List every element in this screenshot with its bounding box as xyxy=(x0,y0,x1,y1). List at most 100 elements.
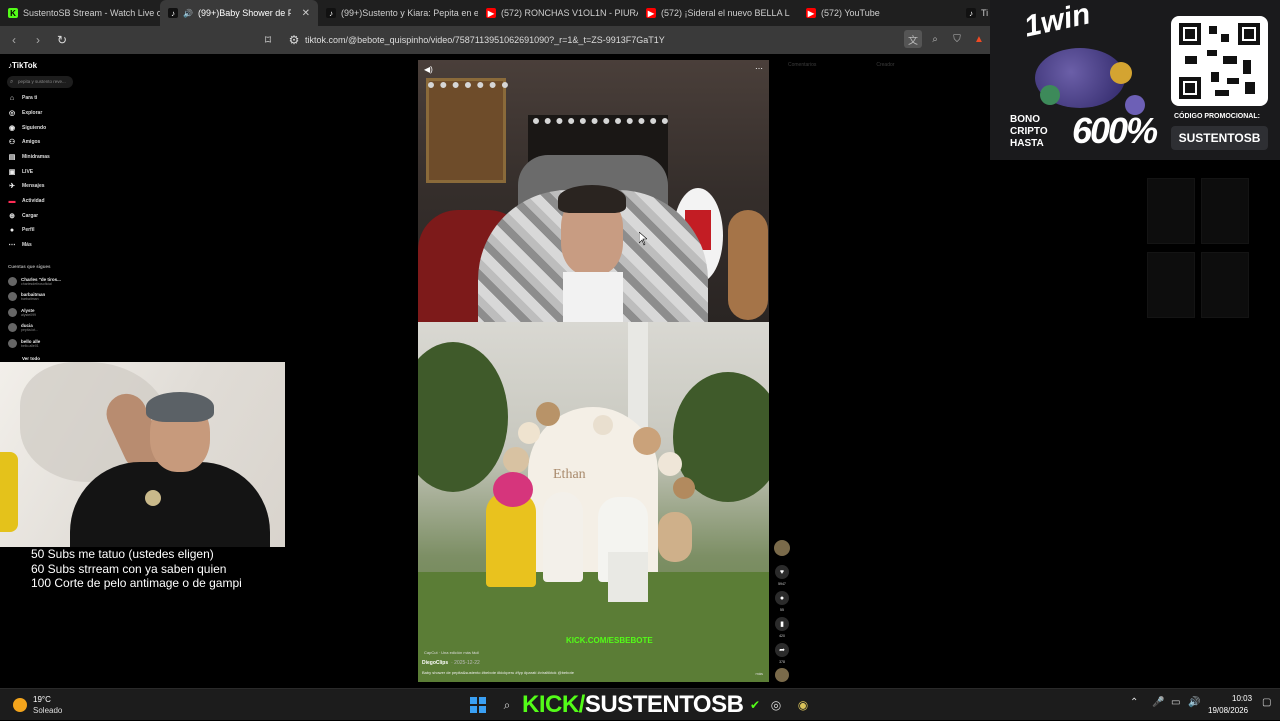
sidebar-item-cargar[interactable]: ⊕ Cargar xyxy=(8,210,38,222)
man-trousers xyxy=(608,552,648,602)
save-button[interactable]: ▮ xyxy=(775,617,789,631)
youtube-icon: ▶ xyxy=(806,8,816,18)
see-all-link[interactable]: Ver todo xyxy=(22,356,40,361)
close-icon[interactable]: ✕ xyxy=(302,8,310,19)
sidebar-item-para-ti[interactable]: ⌂ Para ti xyxy=(8,92,37,104)
tiktok-logo[interactable]: ♪TikTok xyxy=(8,61,37,70)
sidebar-item-mas[interactable]: ⋯ Más xyxy=(8,239,32,251)
kick-watermark: KICK.COM/ESBEBOTE xyxy=(566,636,653,645)
more-options-icon[interactable]: ⋯ xyxy=(755,64,763,73)
video-author[interactable]: DiegoClips · 2025-12-22 xyxy=(422,660,480,666)
sound-disc[interactable] xyxy=(775,668,789,682)
like-button[interactable]: ♥ xyxy=(775,565,789,579)
sidebar-item-siguiendo[interactable]: ◉ Siguiendo xyxy=(8,122,46,134)
tiktok-video-player[interactable]: ◀) ⋯ Ethan KICK.COM/ESBEBOTE CapCut · Un… xyxy=(418,60,769,682)
kick-channel-banner: KICK/SUSTENTOSB xyxy=(522,691,744,718)
avatar xyxy=(8,338,17,348)
site-info-icon[interactable]: ⚙ xyxy=(284,30,304,50)
tab-comments[interactable]: Comentarios xyxy=(788,62,816,74)
caption-more-link[interactable]: más xyxy=(755,671,763,676)
chrome-icon[interactable]: ◎ xyxy=(768,697,784,713)
placeholder-card xyxy=(1201,252,1249,318)
streamer-hair xyxy=(146,392,214,422)
ad-line: HASTA xyxy=(1010,138,1044,149)
tab-youtube-home[interactable]: ▶ (572) YouTube xyxy=(798,0,958,26)
tab-kick[interactable]: K SustentoSB Stream - Watch Live on xyxy=(0,0,160,26)
capcut-label[interactable]: CapCut · Una edición más fácil xyxy=(424,650,479,655)
back-icon[interactable]: ‹ xyxy=(4,30,24,50)
clock-time[interactable]: 10:03 xyxy=(1232,694,1252,703)
balloon xyxy=(536,402,560,426)
clock-date[interactable]: 19/08/2026 xyxy=(1208,706,1248,715)
tiktok-icon: ♪ xyxy=(168,8,178,18)
comment-count: 55 xyxy=(780,608,784,612)
reload-icon[interactable]: ↻ xyxy=(52,30,72,50)
youtube-icon: ▶ xyxy=(646,8,656,18)
tab-tiktok-baby-shower[interactable]: ♪ 🔊 (99+)Baby Shower de Pepita ✕ xyxy=(160,0,318,26)
goal-line: 100 Corte de pelo antimage o de gampi xyxy=(31,576,242,590)
chevron-up-icon[interactable]: ⌃ xyxy=(1130,697,1138,708)
sidebar-item-live[interactable]: ▣ LIVE xyxy=(8,166,33,178)
mouse-cursor-icon xyxy=(639,232,647,246)
tab-creator[interactable]: Creador xyxy=(876,62,894,74)
tab-youtube-sideral[interactable]: ▶ (572) ¡Sideral el nuevo BELLA L xyxy=(638,0,798,26)
weather-condition[interactable]: Soleado xyxy=(33,706,62,715)
coin xyxy=(1040,85,1060,105)
forward-icon[interactable]: › xyxy=(28,30,48,50)
translate-icon[interactable]: 文 xyxy=(904,30,922,48)
tab-tiktok-extra[interactable]: ♪ Ti xyxy=(958,0,990,26)
microphone-icon[interactable]: 🎤 xyxy=(1152,697,1164,708)
sidebar-item-actividad[interactable]: ▬ Actividad xyxy=(8,195,45,207)
balloon xyxy=(673,477,695,499)
following-account[interactable]: ducia pepita.lot... xyxy=(8,320,38,334)
profile-icon: ● xyxy=(9,226,15,234)
sidebar-item-minidramas[interactable]: ▤ Minidramas xyxy=(8,151,50,163)
comment-button[interactable]: ● xyxy=(775,591,789,605)
volume-icon[interactable]: ◀) xyxy=(424,65,433,74)
sidebar-item-amigos[interactable]: ⚇ Amigos xyxy=(8,136,40,148)
comments-tabs: Comentarios Creador xyxy=(785,62,985,74)
balloon xyxy=(518,422,540,444)
volume-icon[interactable]: 🔊 xyxy=(1188,697,1200,708)
windows-start-icon[interactable] xyxy=(470,697,486,713)
search-icon[interactable]: ⌕ xyxy=(499,697,515,713)
search-icon: ⌕ xyxy=(10,79,14,85)
following-account[interactable]: barbaitman barbaitman xyxy=(8,289,45,303)
share-button[interactable]: ➦ xyxy=(775,643,789,657)
weather-temperature[interactable]: 19°C xyxy=(33,695,51,704)
placeholder-card xyxy=(1201,178,1249,244)
shirt-logo xyxy=(145,490,161,506)
tiktok-icon: ♪ xyxy=(326,8,336,18)
sidebar-item-mensajes[interactable]: ✈ Mensajes xyxy=(8,180,44,192)
sidebar-item-explorar[interactable]: ◎ Explorar xyxy=(8,107,42,119)
following-account[interactable]: Charles "de tiros... charlesdetirosoficia… xyxy=(8,274,61,288)
bookmark-icon[interactable]: ⌑ xyxy=(258,30,278,50)
tiktok-icon: ♪ xyxy=(966,8,976,18)
sidebar-item-perfil[interactable]: ● Perfil xyxy=(8,224,35,236)
tab-tiktok-sustento[interactable]: ♪ (99+)Sustento y Kiara: Pepita en el xyxy=(318,0,478,26)
palm-tree xyxy=(418,342,508,492)
share-icon: ➦ xyxy=(779,647,785,654)
tab-title: (99+)Sustento y Kiara: Pepita en el xyxy=(341,8,478,18)
search-input[interactable]: ⌕ pepita y sustento reve... xyxy=(7,76,73,88)
message-icon: ✈ xyxy=(9,183,15,190)
extension-icon[interactable]: ⛉ xyxy=(948,30,966,48)
more-icon: ⋯ xyxy=(8,242,16,249)
teddy-bear xyxy=(658,512,692,562)
address-bar[interactable]: tiktok.com/@bebote_quispinho/video/75871… xyxy=(305,26,665,54)
activity-icon: ▬ xyxy=(8,197,16,205)
tab-youtube-ronchas[interactable]: ▶ (572) RONCHAS V1OL1N - PIURAN xyxy=(478,0,638,26)
app-icon[interactable]: ◉ xyxy=(795,697,811,713)
notification-icon[interactable]: ▢ xyxy=(1262,697,1271,708)
zoom-icon[interactable]: ⌕ xyxy=(926,30,944,48)
speaker-icon[interactable]: 🔊 xyxy=(183,9,193,18)
brave-icon[interactable]: ▲ xyxy=(970,30,988,48)
following-account[interactable]: bello alle bello.alle01 xyxy=(8,336,40,350)
network-icon[interactable]: ▭ xyxy=(1171,697,1180,708)
sub-goals-text: 50 Subs me tatuo (ustedes eligen) 60 Sub… xyxy=(31,547,242,591)
sponsor-ad: 1win BONO CRIPTO HASTA 600% CÓDIGO PROMO… xyxy=(990,0,1280,160)
following-account[interactable]: Alyste alyste099 xyxy=(8,305,36,319)
creator-avatar[interactable] xyxy=(774,540,790,556)
heart-icon: ♥ xyxy=(779,568,785,576)
goal-line: 60 Subs strream con ya saben quien xyxy=(31,561,227,576)
